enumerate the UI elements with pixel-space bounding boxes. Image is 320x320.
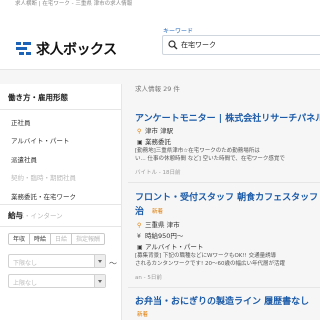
filter-item-freelance-remote[interactable]: 業務委託・在宅ワーク bbox=[11, 191, 76, 201]
result-count: 求人情報 29 件 bbox=[135, 85, 180, 93]
job-source: バイトル - 18日前 bbox=[135, 170, 181, 176]
chevron-down-icon bbox=[94, 275, 105, 287]
range-tilde: 〜 bbox=[109, 259, 117, 268]
job-title-link[interactable]: フロント・受付スタッフ 朝食カフェスタッフ bbox=[135, 190, 318, 203]
salary-max-placeholder: 上限なし bbox=[13, 280, 38, 287]
salary-min-placeholder: 下限なし bbox=[13, 260, 38, 267]
job-pay: ¥ 時給950円〜 bbox=[137, 232, 184, 240]
employment-type-title: 働き方・雇用形態 bbox=[8, 93, 68, 102]
job-title-link-cont[interactable]: 治 bbox=[135, 204, 144, 217]
logo-icon bbox=[14, 38, 34, 58]
pay-tab-annual[interactable]: 年収 bbox=[9, 234, 31, 244]
new-badge: 新着 bbox=[137, 312, 149, 318]
pay-tab-specified: 指定報酬 bbox=[72, 234, 105, 244]
top-bar: 求人横断 | 在宅ワーク - 三重県 津市の求人情報 bbox=[0, 0, 320, 18]
logo-text: 求人ボックス bbox=[36, 42, 117, 58]
search-box[interactable] bbox=[162, 35, 320, 55]
job-location: ⚲ 津市 津駅 bbox=[137, 127, 174, 135]
divider bbox=[0, 204, 122, 205]
job-source: an - 5日前 bbox=[135, 275, 162, 281]
pay-type-tabs: 年収 時給 日給 指定報酬 bbox=[8, 233, 106, 245]
job-title-link[interactable]: お弁当・おにぎりの製造ライン 履歴書なし bbox=[135, 294, 309, 307]
pay-tab-daily: 日給 bbox=[51, 234, 73, 244]
briefcase-icon: ▣ bbox=[137, 244, 143, 251]
briefcase-icon: ▣ bbox=[137, 139, 143, 146]
site-logo[interactable]: 求人ボックス bbox=[14, 38, 117, 58]
keyword-label: キーワード bbox=[163, 28, 194, 35]
filter-item-full-time[interactable]: 正社員 bbox=[11, 117, 31, 127]
salary-min-select[interactable]: 下限なし bbox=[8, 254, 106, 268]
salary-max-select[interactable]: 上限なし bbox=[8, 274, 106, 288]
job-title-link[interactable]: アンケートモニター | 株式会社リサーチパネル bbox=[135, 111, 320, 124]
filter-item-contract: 契約・臨時・期間社員 bbox=[11, 174, 76, 182]
divider bbox=[128, 287, 320, 288]
salary-title: 給与 bbox=[8, 211, 23, 220]
search-icon bbox=[168, 40, 178, 50]
job-description: [募集背景] 下記の職種などにWワークもOK!! 交通量誘導 されるカンタンワーク… bbox=[135, 253, 285, 267]
yen-icon: ¥ bbox=[137, 233, 141, 240]
filter-item-temp-staff[interactable]: 派遣社員 bbox=[11, 154, 37, 164]
header: 求人ボックス キーワード bbox=[0, 18, 320, 70]
job-description: [勤務地]三重県津市☆在宅ワークのため勤務場所は い... 仕事の休憩時間 など]… bbox=[135, 148, 285, 162]
map-pin-icon: ⚲ bbox=[137, 222, 142, 229]
divider bbox=[0, 109, 122, 110]
chevron-down-icon bbox=[94, 255, 105, 267]
job-location: ⚲ 三重県 津市 bbox=[137, 221, 180, 229]
divider bbox=[128, 182, 320, 183]
map-pin-icon: ⚲ bbox=[137, 128, 142, 135]
filter-item-part-time[interactable]: アルバイト・パート bbox=[11, 135, 69, 145]
new-badge: 新着 bbox=[152, 209, 164, 215]
keyword-input[interactable] bbox=[181, 38, 320, 52]
job-type: ▣ 業務委託 bbox=[137, 138, 171, 146]
breadcrumb: 求人横断 | 在宅ワーク - 三重県 津市の求人情報 bbox=[15, 1, 133, 7]
divider bbox=[0, 226, 122, 227]
job-type: ▣ アルバイト・パート bbox=[137, 243, 204, 251]
pay-tab-hourly[interactable]: 時給 bbox=[30, 234, 52, 244]
